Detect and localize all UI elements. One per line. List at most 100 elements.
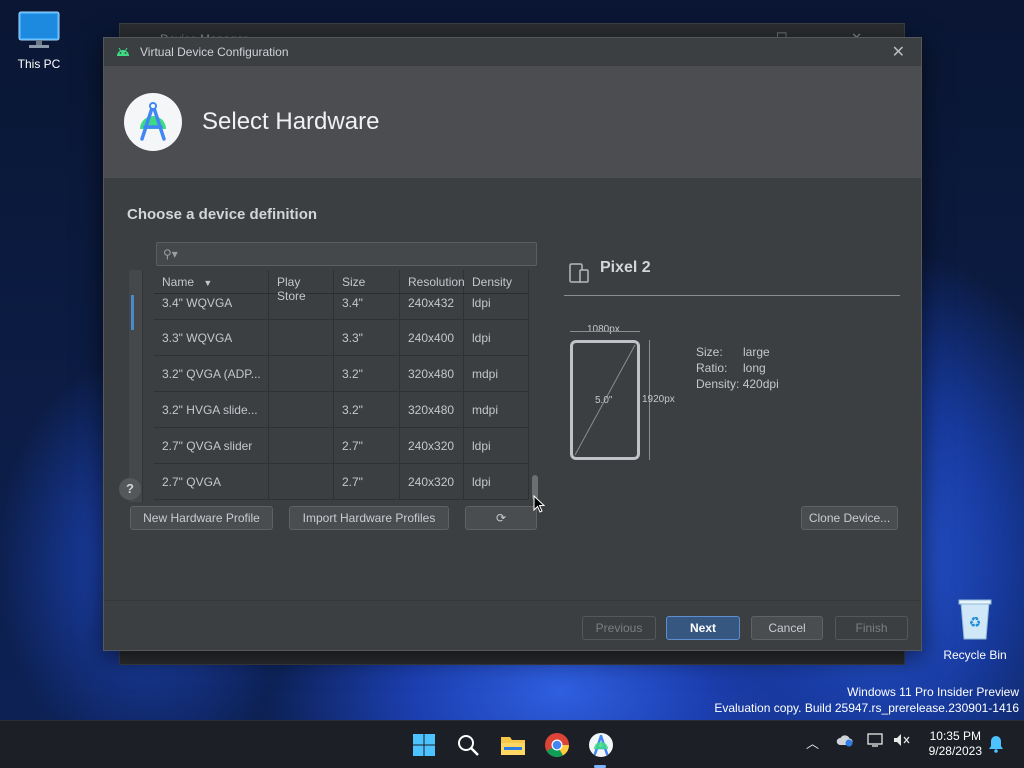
- finish-button[interactable]: Finish: [835, 616, 908, 640]
- cell-resolution: 240x400: [400, 320, 464, 355]
- column-header-density[interactable]: Density: [464, 270, 529, 293]
- width-label: 1080px: [587, 324, 620, 335]
- table-row[interactable]: 3.2" HVGA slide... 3.2" 320x480 mdpi: [154, 392, 529, 428]
- cell-name: 3.2" QVGA (ADP...: [154, 356, 269, 391]
- column-header-name[interactable]: Name ▼: [154, 270, 269, 293]
- desktop-icon-this-pc[interactable]: This PC: [4, 10, 74, 71]
- cell-density: ldpi: [464, 464, 529, 499]
- category-selection-indicator: [131, 295, 134, 330]
- cell-play-store: [269, 392, 334, 427]
- chrome-icon[interactable]: [543, 731, 571, 759]
- page-title: Select Hardware: [202, 108, 380, 135]
- table-row[interactable]: 2.7" QVGA 2.7" 240x320 ldpi: [154, 464, 529, 500]
- clock-date: 9/28/2023: [928, 744, 982, 758]
- cell-density: ldpi: [464, 294, 529, 319]
- dialog-body: Choose a device definition ⚲▾ Name ▼ Pla…: [104, 178, 921, 610]
- previous-button[interactable]: Previous: [582, 616, 656, 640]
- cell-size: 3.2": [334, 392, 400, 427]
- ratio-value: long: [743, 361, 766, 375]
- device-table: Name ▼ Play Store Size Resolution Densit…: [154, 270, 529, 500]
- ratio-label: Ratio:: [696, 361, 728, 375]
- search-input[interactable]: ⚲▾: [156, 242, 537, 266]
- cell-resolution: 320x480: [400, 356, 464, 391]
- cell-name: 3.2" HVGA slide...: [154, 392, 269, 427]
- android-studio-logo-icon: [124, 93, 182, 151]
- network-icon[interactable]: [867, 733, 885, 750]
- cell-resolution: 240x320: [400, 428, 464, 463]
- watermark-line-2: Evaluation copy. Build 25947.rs_prerelea…: [714, 701, 1019, 715]
- virtual-device-configuration-dialog: Virtual Device Configuration ✕ Select Ha…: [103, 37, 922, 651]
- column-header-resolution[interactable]: Resolution: [400, 270, 465, 293]
- system-clock[interactable]: 10:35 PM 9/28/2023: [929, 729, 982, 759]
- height-label: 1920px: [642, 394, 675, 405]
- watermark-line-1: Windows 11 Pro Insider Preview: [847, 685, 1019, 699]
- refresh-button[interactable]: ⟳: [465, 506, 537, 530]
- table-row[interactable]: 3.2" QVGA (ADP... 3.2" 320x480 mdpi: [154, 356, 529, 392]
- table-row[interactable]: 3.3" WQVGA 3.3" 240x400 ldpi: [154, 320, 529, 356]
- help-icon[interactable]: ?: [119, 478, 141, 500]
- cell-resolution: 240x320: [400, 464, 464, 499]
- category-list[interactable]: [129, 270, 143, 502]
- cell-play-store: [269, 320, 334, 355]
- clone-device-button[interactable]: Clone Device...: [801, 506, 898, 530]
- table-row[interactable]: 3.4" WQVGA 3.4" 240x432 ldpi: [154, 294, 529, 320]
- chevron-up-icon[interactable]: ︿: [806, 733, 819, 752]
- density-value: 420dpi: [742, 377, 779, 391]
- device-preview-header: Pixel 2: [564, 256, 900, 296]
- size-label: Size:: [696, 345, 723, 359]
- next-button[interactable]: Next: [666, 616, 740, 640]
- cell-size: 3.4": [334, 294, 400, 319]
- device-icon: [568, 262, 590, 287]
- desktop-icon-recycle-bin[interactable]: ♻ Recycle Bin: [940, 597, 1010, 662]
- file-explorer-icon[interactable]: [499, 731, 527, 759]
- clock-time: 10:35 PM: [929, 729, 981, 743]
- cell-size: 3.3": [334, 320, 400, 355]
- cell-name: 2.7" QVGA slider: [154, 428, 269, 463]
- onedrive-icon[interactable]: [836, 733, 854, 750]
- cell-resolution: 320x480: [400, 392, 464, 427]
- import-hardware-profiles-button[interactable]: Import Hardware Profiles: [289, 506, 449, 530]
- cell-size: 2.7": [334, 464, 400, 499]
- cell-size: 3.2": [334, 356, 400, 391]
- cell-density: ldpi: [464, 320, 529, 355]
- table-row[interactable]: 2.7" QVGA slider 2.7" 240x320 ldpi: [154, 428, 529, 464]
- new-hardware-profile-button[interactable]: New Hardware Profile: [130, 506, 273, 530]
- device-specs: Size: large Ratio: long Density: 420dpi: [696, 344, 779, 392]
- dialog-header: Select Hardware: [104, 66, 921, 178]
- cell-name: 3.4" WQVGA: [154, 294, 269, 319]
- close-icon[interactable]: ✕: [892, 42, 905, 62]
- volume-muted-icon[interactable]: [893, 733, 911, 750]
- cell-density: mdpi: [464, 392, 529, 427]
- android-studio-taskbar-icon[interactable]: [587, 731, 615, 759]
- desktop-icon-label: This PC: [17, 57, 61, 71]
- recycle-bin-icon: ♻: [940, 597, 1010, 644]
- column-header-play-store[interactable]: Play Store: [269, 270, 334, 303]
- cell-density: ldpi: [464, 428, 529, 463]
- android-icon: [116, 45, 130, 60]
- dialog-titlebar[interactable]: Virtual Device Configuration ✕: [104, 38, 921, 66]
- table-scrollbar[interactable]: [531, 270, 539, 502]
- cell-name: 3.3" WQVGA: [154, 320, 269, 355]
- cancel-button[interactable]: Cancel: [751, 616, 823, 640]
- notification-bell-icon[interactable]: [988, 735, 1004, 756]
- size-value: large: [743, 345, 770, 359]
- column-header-size[interactable]: Size: [334, 270, 400, 293]
- footer-divider: [104, 600, 921, 601]
- cell-play-store: [269, 428, 334, 463]
- device-diagram: 1080px 5.0" 1920px: [567, 324, 687, 464]
- sort-desc-icon: ▼: [203, 278, 213, 288]
- cell-name: 2.7" QVGA: [154, 464, 269, 499]
- refresh-icon: ⟳: [495, 511, 507, 525]
- density-label: Density:: [696, 377, 740, 391]
- cell-play-store: [269, 294, 334, 319]
- search-icon[interactable]: [454, 731, 482, 759]
- device-name: Pixel 2: [600, 259, 651, 276]
- device-table-container: Name ▼ Play Store Size Resolution Densit…: [129, 270, 539, 502]
- table-header: Name ▼ Play Store Size Resolution Densit…: [154, 270, 529, 303]
- desktop-icon-label: Recycle Bin: [943, 648, 1007, 662]
- cell-play-store: [269, 356, 334, 391]
- diagonal-label: 5.0": [595, 395, 613, 406]
- start-button-windows-icon[interactable]: [410, 731, 438, 759]
- search-icon: ⚲▾: [163, 247, 178, 261]
- cell-size: 2.7": [334, 428, 400, 463]
